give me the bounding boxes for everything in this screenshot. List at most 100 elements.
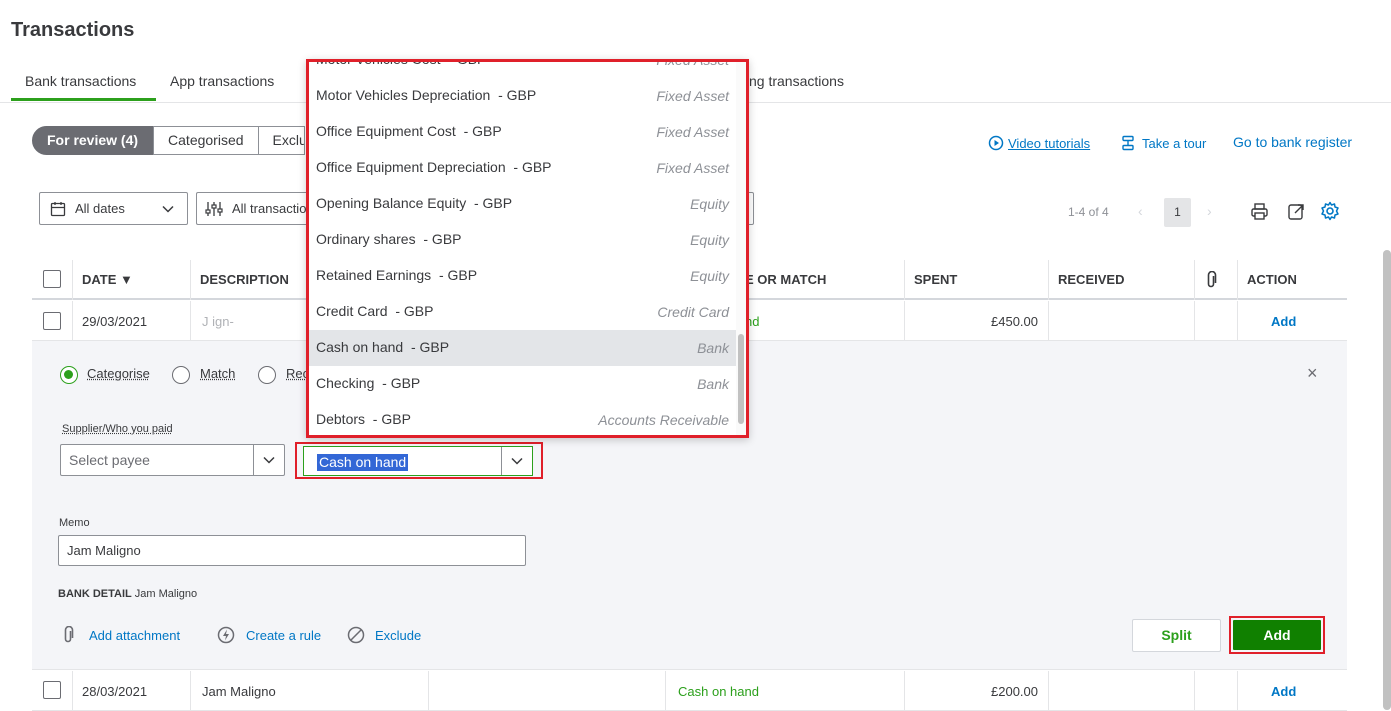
memo-value: Jam Maligno xyxy=(67,543,141,558)
row-description: Jam Maligno xyxy=(202,684,276,699)
review-status-tabs: For review (4) Categorised Excluded xyxy=(32,126,305,155)
add-button-highlight: Add xyxy=(1229,616,1325,654)
split-button[interactable]: Split xyxy=(1132,619,1221,652)
row-category[interactable]: Cash on hand xyxy=(678,684,759,699)
row-description: J ign- xyxy=(202,314,234,329)
take-a-tour-link[interactable]: Take a tour xyxy=(1120,135,1206,151)
row-date: 28/03/2021 xyxy=(82,684,147,699)
dropdown-option-type: Fixed Asset xyxy=(656,160,729,176)
category-select-highlight: Cash on hand xyxy=(295,442,543,479)
calendar-icon xyxy=(50,201,66,217)
dropdown-option-type: Fixed Asset xyxy=(656,124,729,140)
export-icon[interactable] xyxy=(1287,202,1306,221)
row-checkbox[interactable] xyxy=(43,681,61,699)
add-button[interactable]: Add xyxy=(1233,620,1321,650)
date-filter-select[interactable]: All dates xyxy=(39,192,188,225)
dropdown-option-name: Office Equipment Cost - GBP xyxy=(316,123,502,139)
tab-app-transactions[interactable]: App transactions xyxy=(170,73,274,89)
select-all-checkbox[interactable] xyxy=(43,270,61,288)
create-rule-link[interactable]: Create a rule xyxy=(246,628,321,643)
memo-input[interactable]: Jam Maligno xyxy=(58,535,526,566)
categorise-radio-label[interactable]: Categorise xyxy=(87,366,150,381)
column-description[interactable]: DESCRIPTION xyxy=(200,272,289,287)
column-received[interactable]: RECEIVED xyxy=(1058,272,1124,287)
paperclip-icon xyxy=(62,626,74,644)
close-icon[interactable]: × xyxy=(1307,363,1318,384)
dropdown-option[interactable]: Credit Card - GBP Credit Card xyxy=(309,294,737,330)
dropdown-option[interactable]: Debtors - GBP Accounts Receivable xyxy=(309,402,737,438)
pager-prev-icon[interactable]: ‹ xyxy=(1138,203,1143,219)
chevron-down-icon xyxy=(262,453,276,467)
dropdown-option[interactable]: Motor Vehicles Cost - GBP Fixed Asset xyxy=(309,59,737,78)
dropdown-option-type: Fixed Asset xyxy=(656,88,729,104)
pager-range: 1-4 of 4 xyxy=(1068,205,1109,219)
category-dropdown-toggle[interactable] xyxy=(501,447,532,475)
category-select-value[interactable]: Cash on hand xyxy=(317,454,408,471)
video-tutorials-label: Video tutorials xyxy=(1008,136,1090,151)
dropdown-scroll-thumb[interactable] xyxy=(738,334,744,424)
tab-for-review[interactable]: For review (4) xyxy=(32,126,153,155)
dropdown-option[interactable]: Checking - GBP Bank xyxy=(309,366,737,402)
filter-sliders-icon xyxy=(205,200,223,218)
column-spent[interactable]: SPENT xyxy=(914,272,957,287)
paperclip-icon xyxy=(1205,271,1217,289)
dropdown-scrollbar[interactable] xyxy=(736,62,746,435)
dropdown-option-type: Equity xyxy=(690,232,729,248)
dropdown-option-type: Fixed Asset xyxy=(656,59,729,68)
column-action: ACTION xyxy=(1247,272,1297,287)
bank-detail-value: Jam Maligno xyxy=(135,588,197,600)
match-radio[interactable] xyxy=(172,366,190,384)
chevron-down-icon xyxy=(161,202,175,216)
play-circle-icon xyxy=(988,135,1004,151)
tab-pending-transactions[interactable]: ng transactions xyxy=(749,73,844,89)
chevron-down-icon xyxy=(510,454,524,468)
pager-current-page[interactable]: 1 xyxy=(1164,198,1191,227)
dropdown-option[interactable]: Opening Balance Equity - GBP Equity xyxy=(309,186,737,222)
row-checkbox[interactable] xyxy=(43,312,61,330)
take-a-tour-label: Take a tour xyxy=(1142,136,1206,151)
match-radio-label[interactable]: Match xyxy=(200,366,235,381)
dropdown-option-type: Bank xyxy=(697,340,729,356)
categorise-radio[interactable] xyxy=(60,366,78,384)
table-row[interactable]: 28/03/2021 Jam Maligno Cash on hand £200… xyxy=(32,671,1347,711)
active-tab-indicator xyxy=(11,98,156,101)
payee-select[interactable]: Select payee xyxy=(60,444,285,476)
payee-label: Supplier/Who you paid xyxy=(62,423,173,435)
payee-dropdown-toggle[interactable] xyxy=(253,445,284,475)
dropdown-option-name: Cash on hand - GBP xyxy=(316,339,449,355)
dropdown-option-name: Ordinary shares - GBP xyxy=(316,231,462,247)
tab-bank-transactions[interactable]: Bank transactions xyxy=(25,73,136,89)
video-tutorials-link[interactable]: Video tutorials xyxy=(988,135,1090,151)
print-icon[interactable] xyxy=(1250,202,1269,221)
category-select[interactable]: Cash on hand xyxy=(303,446,533,476)
dropdown-option-name: Opening Balance Equity - GBP xyxy=(316,195,512,211)
bank-detail: BANK DETAIL Jam Maligno xyxy=(58,588,197,600)
dropdown-option[interactable]: Retained Earnings - GBP Equity xyxy=(309,258,737,294)
memo-label: Memo xyxy=(59,517,90,529)
payee-placeholder: Select payee xyxy=(69,452,150,468)
add-attachment-link[interactable]: Add attachment xyxy=(89,628,180,643)
page-scrollbar[interactable] xyxy=(1383,250,1391,710)
dropdown-option[interactable]: Ordinary shares - GBP Equity xyxy=(309,222,737,258)
dropdown-option[interactable]: Motor Vehicles Depreciation - GBP Fixed A… xyxy=(309,78,737,114)
record-transfer-radio[interactable] xyxy=(258,366,276,384)
page-title: Transactions xyxy=(11,19,134,42)
column-categorise-or-match[interactable]: E OR MATCH xyxy=(745,272,826,287)
tab-excluded[interactable]: Excluded xyxy=(259,126,305,155)
dropdown-option-type: Equity xyxy=(690,196,729,212)
row-add-link[interactable]: Add xyxy=(1271,684,1296,699)
transaction-type-filter[interactable]: All transactions xyxy=(196,192,308,225)
gear-icon[interactable] xyxy=(1320,201,1340,221)
dropdown-option[interactable]: Office Equipment Cost - GBP Fixed Asset xyxy=(309,114,737,150)
dropdown-option-type: Accounts Receivable xyxy=(598,412,729,428)
column-date[interactable]: DATE ▼ xyxy=(82,272,133,287)
row-add-link[interactable]: Add xyxy=(1271,314,1296,329)
exclude-link[interactable]: Exclude xyxy=(375,628,421,643)
dropdown-option-name: Office Equipment Depreciation - GBP xyxy=(316,159,552,175)
dropdown-option[interactable]: Office Equipment Depreciation - GBP Fixed… xyxy=(309,150,737,186)
pager-next-icon[interactable]: › xyxy=(1207,203,1212,219)
go-to-bank-register-link[interactable]: Go to bank register xyxy=(1233,134,1352,150)
tab-categorised[interactable]: Categorised xyxy=(153,126,259,155)
dropdown-option[interactable]: Cash on hand - GBP Bank xyxy=(309,330,737,366)
row-spent: £200.00 xyxy=(991,684,1038,699)
